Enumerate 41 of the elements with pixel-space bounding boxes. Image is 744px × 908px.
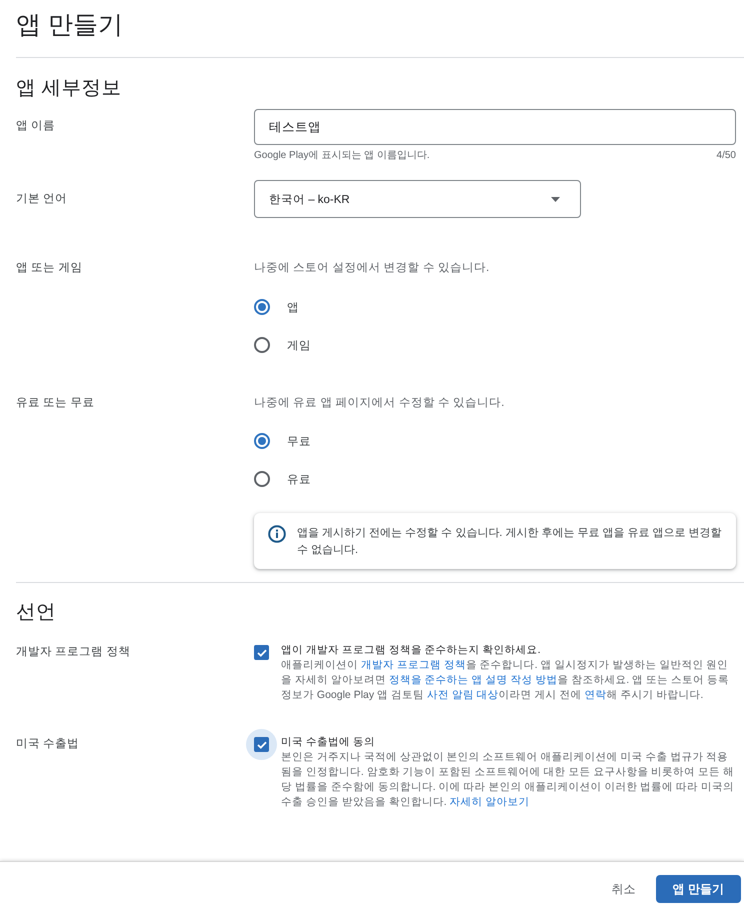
radio-button[interactable] <box>254 433 270 449</box>
radio-label: 앱 <box>287 300 299 314</box>
section-heading: 선언 <box>16 600 57 625</box>
radio-button[interactable] <box>254 471 270 487</box>
language-select[interactable]: 한국어 – ko-KR <box>254 180 581 218</box>
field-label: 앱 또는 게임 <box>16 261 82 276</box>
check-icon <box>256 648 266 656</box>
radio-label: 유료 <box>287 472 311 486</box>
character-counter: 4/50 <box>716 150 736 162</box>
field-label: 미국 수출법 <box>16 737 80 752</box>
radio-label: 게임 <box>287 338 311 352</box>
text-link[interactable]: 사전 알림 대상 <box>426 689 499 701</box>
check-icon <box>256 740 266 748</box>
caret-icon <box>551 196 560 202</box>
text-input[interactable]: 테스트앱 <box>254 109 736 145</box>
text-link[interactable]: 개발자 프로그램 정책 <box>360 659 466 671</box>
text-link[interactable]: 자세히 알아보기 <box>450 796 530 808</box>
field-hint: Google Play에 표시되는 앱 이름입니다. <box>254 150 430 162</box>
radio-button[interactable] <box>254 337 270 353</box>
cancel-button[interactable]: 취소 <box>602 875 646 903</box>
checkbox[interactable] <box>254 737 269 752</box>
page-title: 앱 만들기 <box>16 10 124 41</box>
checkbox-description: 애플리케이션이 개발자 프로그램 정책 을 준수합니다. 앱 일시정지가 발생하는 일반적인 원인을 자세히 알아보려면 정책을 준수하는 앱 설명 작성 방법 을 참조하세요. 앱 또는 스토어 등록정보가 Google Play 앱 검토팀 사전 알림 대상이라면 게시 전에 연락해 주시기 바랍니다. <box>281 658 730 703</box>
field-label: 개발자 프로그램 정책 <box>16 645 130 660</box>
checkbox-label: 앱이 개발자 프로그램 정책을 준수하는지 확인하세요. <box>281 643 542 658</box>
notice-text: 앱을 게시하기 전에는 수정할 수 있습니다. 게시한 후에는 무료 앱을 유료 앱으로 변경할 수 없습니다. <box>297 526 722 558</box>
text-link[interactable]: 정책을 준수하는 앱 설명 작성 방법 <box>388 674 558 686</box>
section-heading: 앱 세부정보 <box>16 76 122 101</box>
create-app-button[interactable]: 앱 만들기 <box>656 875 741 903</box>
checkbox-description: 본인은 거주지나 국적에 상관없이 본인의 소프트웨어 애플리케이션에 미국 수출 법규가 적용됨을 인정합니다. 암호화 기능이 포함된 소프트웨어에 대한 모든 요구사항을 비롯하여 모든 해당 법률을 준수함에 동의합니다. 이에 따라 본인의 애플리케이션이 이러한 법률에 따라 미국의 수출 승인을 받았음을 확인합니다. 자세히 알아보기 <box>281 750 736 810</box>
field-label: 기본 언어 <box>16 192 68 207</box>
text-link[interactable]: 연락 <box>584 689 606 701</box>
checkbox[interactable] <box>254 645 269 660</box>
info-icon <box>268 525 286 543</box>
checkbox-label: 미국 수출법에 동의 <box>281 735 376 750</box>
field-label: 유료 또는 무료 <box>16 396 94 411</box>
field-description: 나중에 스토어 설정에서 변경할 수 있습니다. <box>254 261 490 276</box>
field-description: 나중에 유료 앱 페이지에서 수정할 수 있습니다. <box>254 396 504 411</box>
field-label: 앱 이름 <box>16 119 56 134</box>
radio-label: 무료 <box>287 434 311 448</box>
radio-button[interactable] <box>254 299 270 315</box>
